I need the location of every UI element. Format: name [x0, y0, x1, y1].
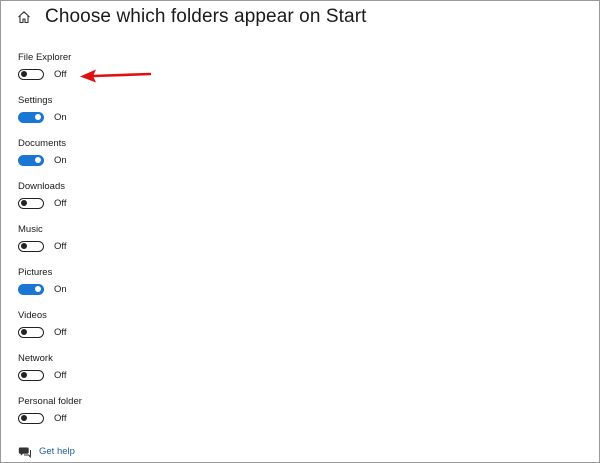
setting-label: Music: [18, 224, 43, 235]
setting-label: Network: [18, 353, 53, 364]
toggle-knob: [21, 71, 27, 77]
toggle-state-label: Off: [54, 241, 67, 252]
toggle-knob: [35, 114, 41, 120]
settings-window: Choose which folders appear on Start Fil…: [0, 0, 600, 463]
toggle-knob: [21, 329, 27, 335]
documents-toggle[interactable]: [18, 155, 44, 166]
home-icon[interactable]: [17, 10, 31, 24]
get-help-link[interactable]: Get help: [39, 446, 75, 457]
page-header: Choose which folders appear on Start: [17, 4, 367, 30]
toggle-state-label: On: [54, 112, 67, 123]
toggle-knob: [21, 200, 27, 206]
setting-label: Videos: [18, 310, 47, 321]
page-title: Choose which folders appear on Start: [45, 6, 367, 27]
toggle-state-label: On: [54, 155, 67, 166]
setting-label: Documents: [18, 138, 67, 149]
setting-label: Pictures: [18, 267, 53, 278]
music-toggle[interactable]: [18, 241, 44, 252]
toggle-state-label: Off: [54, 198, 67, 209]
chat-help-icon: [18, 447, 31, 458]
toggle-knob: [21, 415, 27, 421]
downloads-toggle[interactable]: [18, 198, 44, 209]
personal-folder-toggle[interactable]: [18, 413, 44, 424]
settings-toggle[interactable]: [18, 112, 44, 123]
setting-label: Downloads: [18, 181, 65, 192]
toggle-state-label: On: [54, 284, 67, 295]
pictures-toggle[interactable]: [18, 284, 44, 295]
toggle-state-label: Off: [54, 327, 67, 338]
toggle-knob: [21, 243, 27, 249]
toggle-knob: [35, 157, 41, 163]
toggle-state-label: Off: [54, 413, 67, 424]
toggle-state-label: Off: [54, 69, 67, 80]
toggle-knob: [35, 286, 41, 292]
toggle-state-label: Off: [54, 370, 67, 381]
videos-toggle[interactable]: [18, 327, 44, 338]
get-help-row[interactable]: Get help: [18, 445, 75, 458]
network-toggle[interactable]: [18, 370, 44, 381]
toggle-knob: [21, 372, 27, 378]
setting-label: File Explorer: [18, 52, 72, 63]
setting-label: Personal folder: [18, 396, 82, 407]
file-explorer-toggle[interactable]: [18, 69, 44, 80]
annotation-arrow-icon: [80, 69, 151, 83]
setting-label: Settings: [18, 95, 53, 106]
